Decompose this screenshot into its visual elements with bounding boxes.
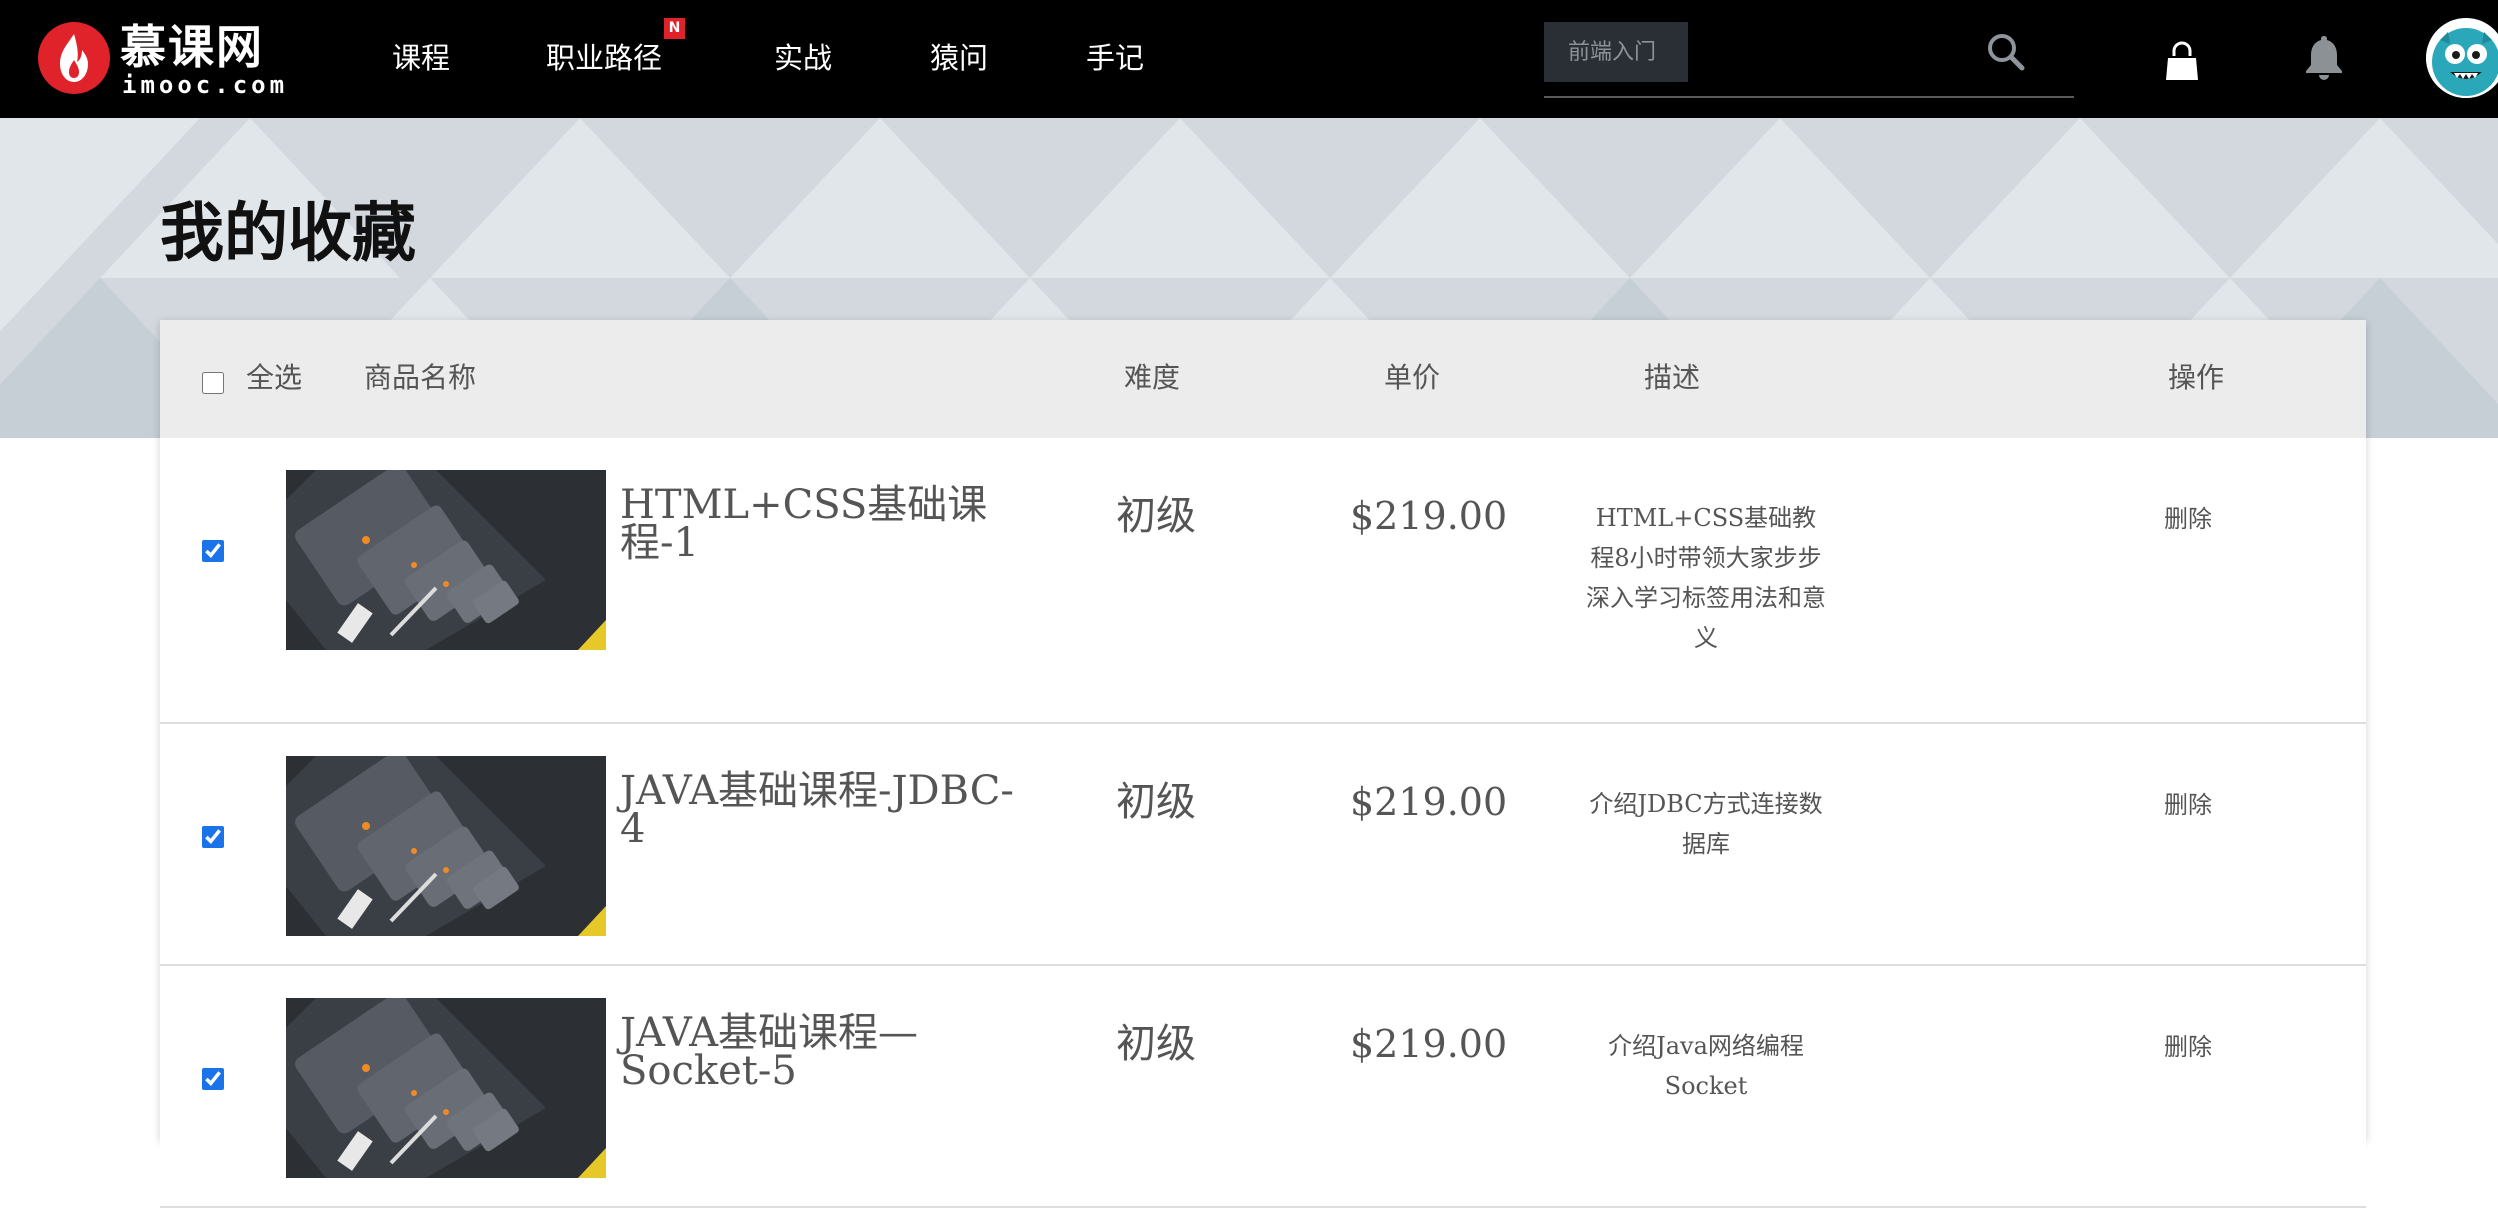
course-difficulty: 初级 [1116,1021,1196,1067]
column-header-name: 商品名称 [364,361,477,394]
course-thumbnail[interactable] [286,998,606,1178]
monster-avatar-icon [2426,18,2498,98]
delete-button[interactable]: 删除 [2164,504,2212,534]
course-difficulty: 初级 [1116,779,1196,825]
row-checkbox[interactable] [202,540,224,562]
nav-item-practice[interactable]: 实战 [774,36,832,80]
course-difficulty: 初级 [1116,493,1196,539]
row-checkbox[interactable] [202,1068,224,1090]
search-input[interactable] [1544,22,1688,82]
flame-logo-icon [38,22,110,94]
search-icon[interactable] [1984,30,2028,74]
user-avatar[interactable] [2426,18,2498,98]
course-price: $219.00 [1350,1022,1508,1066]
course-price: $219.00 [1350,494,1508,538]
column-header-price: 单价 [1384,361,1441,394]
column-header-difficulty: 难度 [1124,361,1181,394]
course-thumbnail[interactable] [286,756,606,936]
column-header-action: 操作 [2168,361,2225,394]
delete-button[interactable]: 删除 [2164,1032,2212,1062]
course-description: 介绍JDBC方式连接数据库 [1589,790,1823,858]
bell-icon[interactable] [2300,32,2348,82]
logo-text: 慕课网 [120,20,264,74]
table-row: HTML+CSS基础课程-1 初级 $219.00 HTML+CSS基础教程8小… [160,438,2366,724]
column-header-description: 描述 [1644,361,1701,394]
row-checkbox[interactable] [202,826,224,848]
course-description: HTML+CSS基础教程8小时带领大家步步深入学习标签用法和意义 [1586,504,1826,652]
nav-item-notes[interactable]: 手记 [1086,36,1144,80]
nav-item-career-path[interactable]: 职业路径 [546,36,662,80]
course-name-link[interactable]: JAVA基础课程—Socket-5 [620,1013,1020,1091]
new-badge: N [664,18,685,39]
course-thumbnail-image [286,470,606,650]
nav-item-qa[interactable]: 猿问 [930,36,988,80]
site-logo[interactable]: 慕课网 imooc.com [36,20,286,100]
select-all-checkbox[interactable] [202,372,224,394]
course-description: 介绍Java网络编程Socket [1608,1032,1804,1100]
course-thumbnail-image [286,998,606,1178]
shopping-bag-icon[interactable] [2162,40,2202,84]
search-box [1544,20,2074,98]
nav-item-courses[interactable]: 课程 [392,36,450,80]
course-name-link[interactable]: JAVA基础课程-JDBC-4 [620,771,1020,849]
top-navigation-bar: 慕课网 imooc.com 课程 职业路径 N 实战 猿问 手记 [0,0,2498,118]
logo-domain-text: imooc.com [122,71,289,99]
table-row: JAVA基础课程-JDBC-4 初级 $219.00 介绍JDBC方式连接数据库… [160,724,2366,966]
favorites-table: 全选 商品名称 难度 单价 描述 操作 HTML+CSS基础课程-1 初级 $2… [160,320,2366,1208]
course-thumbnail-image [286,756,606,936]
course-name-link[interactable]: HTML+CSS基础课程-1 [620,485,1020,563]
page-title: 我的收藏 [160,196,416,271]
course-thumbnail[interactable] [286,470,606,650]
table-header: 全选 商品名称 难度 单价 描述 操作 [160,320,2366,438]
delete-button[interactable]: 删除 [2164,790,2212,820]
select-all-label[interactable]: 全选 [246,358,302,398]
course-price: $219.00 [1350,780,1508,824]
table-row: JAVA基础课程—Socket-5 初级 $219.00 介绍Java网络编程S… [160,966,2366,1208]
